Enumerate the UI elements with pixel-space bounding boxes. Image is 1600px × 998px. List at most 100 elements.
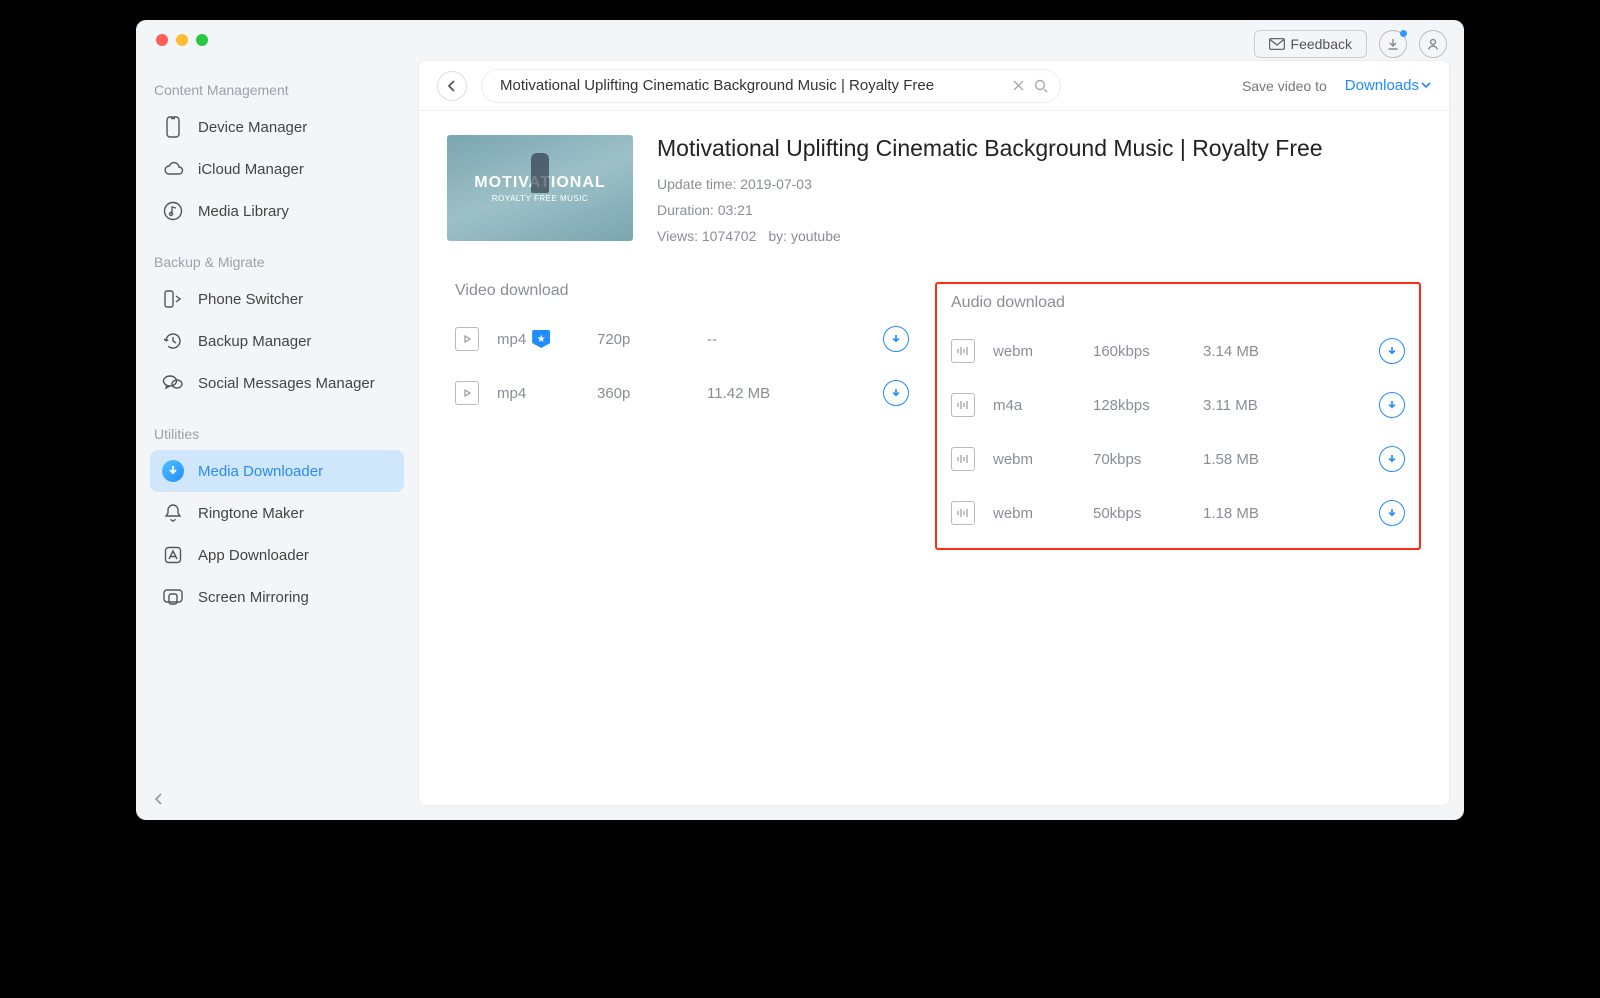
sidebar-item-ringtone-maker[interactable]: Ringtone Maker bbox=[150, 492, 404, 534]
topright-controls: Feedback bbox=[1254, 30, 1447, 58]
quality-label: 360p bbox=[597, 385, 707, 402]
format-label: mp4 bbox=[497, 385, 597, 402]
media-title: Motivational Uplifting Cinematic Backgro… bbox=[657, 135, 1421, 162]
meta-views-by: Views: 1074702by: youtube bbox=[657, 228, 1421, 244]
window-controls bbox=[156, 34, 208, 46]
maximize-window[interactable] bbox=[196, 34, 208, 46]
downloads-button[interactable] bbox=[1379, 30, 1407, 58]
switch-icon bbox=[162, 288, 184, 310]
audio-section-title: Audio download bbox=[943, 294, 1413, 312]
audio-download-column: Audio download webm160kbps3.14 MBm4a128k… bbox=[935, 282, 1421, 550]
size-label: 3.14 MB bbox=[1203, 343, 1323, 360]
download-button[interactable] bbox=[1379, 392, 1405, 418]
music-icon bbox=[162, 200, 184, 222]
audio-file-icon bbox=[951, 393, 975, 417]
audio-file-icon bbox=[951, 447, 975, 471]
sidebar-item-icloud-manager[interactable]: iCloud Manager bbox=[150, 148, 404, 190]
content: MOTIVATIONAL ROYALTY FREE MUSIC Motivati… bbox=[419, 111, 1449, 805]
download-button[interactable] bbox=[1379, 500, 1405, 526]
nav-label: iCloud Manager bbox=[198, 161, 304, 178]
download-button[interactable] bbox=[1379, 338, 1405, 364]
main-panel: Motivational Uplifting Cinematic Backgro… bbox=[418, 60, 1450, 806]
audio-file-icon bbox=[951, 501, 975, 525]
account-button[interactable] bbox=[1419, 30, 1447, 58]
save-destination-dropdown[interactable]: Downloads bbox=[1345, 77, 1431, 94]
cloud-icon bbox=[162, 158, 184, 180]
video-section-title: Video download bbox=[447, 282, 917, 300]
nav-label: Screen Mirroring bbox=[198, 589, 309, 606]
collapse-sidebar-button[interactable] bbox=[154, 792, 164, 806]
back-button[interactable] bbox=[437, 71, 467, 101]
sidebar-item-backup-manager[interactable]: Backup Manager bbox=[150, 320, 404, 362]
nav-label: Ringtone Maker bbox=[198, 505, 304, 522]
chevron-down-icon bbox=[1421, 82, 1431, 89]
quality-label: 720p bbox=[597, 331, 707, 348]
size-label: 11.42 MB bbox=[707, 385, 827, 402]
download-row: mp4★720p-- bbox=[447, 312, 917, 366]
format-label: webm bbox=[993, 343, 1093, 360]
chat-icon bbox=[162, 372, 184, 394]
quality-label: 160kbps bbox=[1093, 343, 1203, 360]
section-title: Utilities bbox=[154, 426, 404, 442]
download-row: webm70kbps1.58 MB bbox=[943, 432, 1413, 486]
sidebar-item-media-library[interactable]: Media Library bbox=[150, 190, 404, 232]
download-button[interactable] bbox=[883, 380, 909, 406]
feedback-button[interactable]: Feedback bbox=[1254, 30, 1367, 58]
meta-duration: Duration: 03:21 bbox=[657, 202, 1421, 218]
download-button[interactable] bbox=[1379, 446, 1405, 472]
sidebar-item-media-downloader[interactable]: Media Downloader bbox=[150, 450, 404, 492]
media-meta: Motivational Uplifting Cinematic Backgro… bbox=[657, 135, 1421, 254]
sidebar-item-social-messages[interactable]: Social Messages Manager bbox=[150, 362, 404, 404]
download-row: mp4360p11.42 MB bbox=[447, 366, 917, 420]
nav-label: App Downloader bbox=[198, 547, 309, 564]
sidebar-item-phone-switcher[interactable]: Phone Switcher bbox=[150, 278, 404, 320]
sidebar-item-device-manager[interactable]: Device Manager bbox=[150, 106, 404, 148]
clear-icon[interactable] bbox=[1013, 80, 1024, 91]
thumb-subtitle: ROYALTY FREE MUSIC bbox=[492, 194, 589, 203]
app-window: Feedback Content Management Device Manag… bbox=[136, 20, 1464, 820]
search-input[interactable]: Motivational Uplifting Cinematic Backgro… bbox=[481, 69, 1061, 103]
bell-icon bbox=[162, 502, 184, 524]
quality-label: 50kbps bbox=[1093, 505, 1203, 522]
titlebar: Feedback bbox=[136, 20, 1464, 60]
format-label: webm bbox=[993, 451, 1093, 468]
minimize-window[interactable] bbox=[176, 34, 188, 46]
video-file-icon bbox=[455, 381, 479, 405]
section-title: Content Management bbox=[154, 82, 404, 98]
audio-file-icon bbox=[951, 339, 975, 363]
video-download-column: Video download mp4★720p--mp4360p11.42 MB bbox=[447, 282, 917, 550]
download-row: webm160kbps3.14 MB bbox=[943, 324, 1413, 378]
media-hero: MOTIVATIONAL ROYALTY FREE MUSIC Motivati… bbox=[447, 135, 1421, 254]
sidebar-item-app-downloader[interactable]: App Downloader bbox=[150, 534, 404, 576]
thumb-title: MOTIVATIONAL bbox=[474, 174, 605, 192]
download-button[interactable] bbox=[883, 326, 909, 352]
main-toolbar: Motivational Uplifting Cinematic Backgro… bbox=[419, 61, 1449, 111]
size-label: 1.58 MB bbox=[1203, 451, 1323, 468]
save-to-label: Save video to bbox=[1242, 78, 1327, 94]
dest-label: Downloads bbox=[1345, 77, 1419, 94]
format-label: m4a bbox=[993, 397, 1093, 414]
nav-label: Device Manager bbox=[198, 119, 307, 136]
download-row: webm50kbps1.18 MB bbox=[943, 486, 1413, 540]
quality-label: 128kbps bbox=[1093, 397, 1203, 414]
download-icon bbox=[162, 460, 184, 482]
meta-update: Update time: 2019-07-03 bbox=[657, 176, 1421, 192]
nav-label: Media Downloader bbox=[198, 463, 323, 480]
history-icon bbox=[162, 330, 184, 352]
nav-label: Media Library bbox=[198, 203, 289, 220]
feedback-label: Feedback bbox=[1291, 36, 1352, 52]
star-badge-icon: ★ bbox=[532, 330, 550, 348]
format-label: mp4★ bbox=[497, 330, 597, 348]
sidebar-item-screen-mirroring[interactable]: Screen Mirroring bbox=[150, 576, 404, 618]
mirror-icon bbox=[162, 586, 184, 608]
search-icon[interactable] bbox=[1034, 79, 1048, 93]
sidebar: Content Management Device Manager iCloud… bbox=[136, 60, 418, 820]
quality-label: 70kbps bbox=[1093, 451, 1203, 468]
nav-label: Social Messages Manager bbox=[198, 375, 375, 392]
download-lists: Video download mp4★720p--mp4360p11.42 MB… bbox=[447, 282, 1421, 550]
size-label: -- bbox=[707, 331, 827, 348]
section-title: Backup & Migrate bbox=[154, 254, 404, 270]
format-label: webm bbox=[993, 505, 1093, 522]
search-value: Motivational Uplifting Cinematic Backgro… bbox=[500, 77, 934, 94]
close-window[interactable] bbox=[156, 34, 168, 46]
